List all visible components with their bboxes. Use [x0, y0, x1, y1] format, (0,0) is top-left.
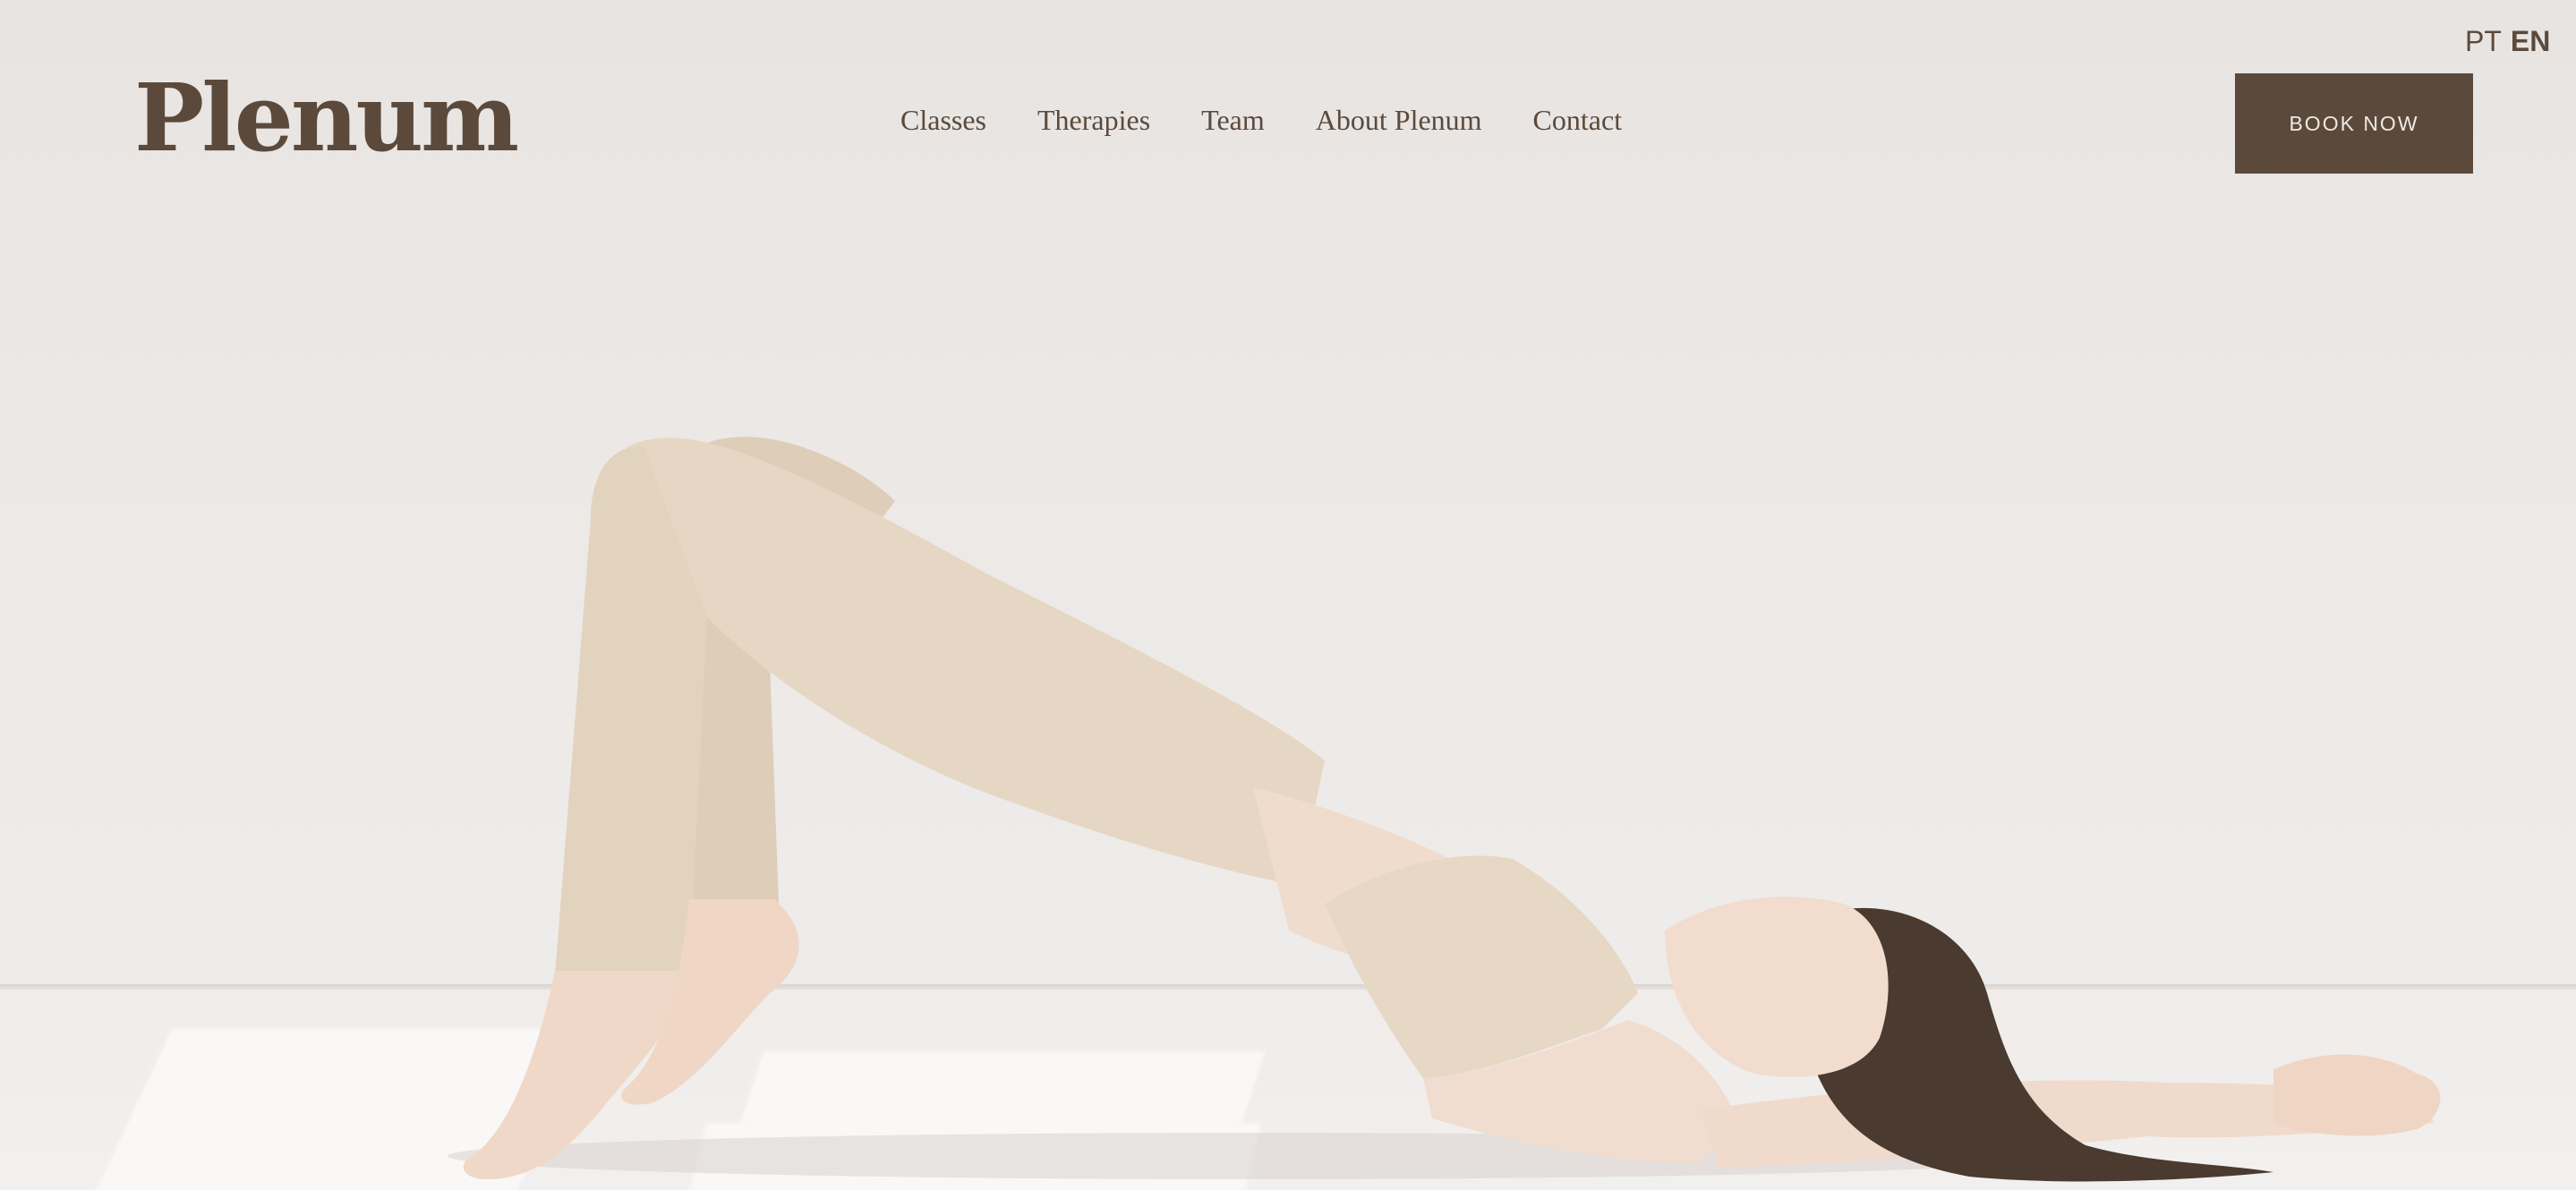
- hero-section: [0, 0, 2576, 1190]
- hair: [1817, 907, 2273, 1182]
- lang-option-pt[interactable]: PT: [2465, 25, 2502, 58]
- nav-item-classes[interactable]: Classes: [900, 104, 986, 137]
- nav-item-team[interactable]: Team: [1201, 104, 1265, 137]
- nav-item-about[interactable]: About Plenum: [1316, 104, 1482, 137]
- nav-item-therapies[interactable]: Therapies: [1037, 104, 1150, 137]
- hero-image-woman-bridge-pose: [448, 437, 2441, 1182]
- hands: [2273, 1054, 2441, 1136]
- language-switcher: PT EN: [2465, 25, 2550, 58]
- face: [1665, 897, 1889, 1077]
- nav-item-contact[interactable]: Contact: [1533, 104, 1623, 137]
- book-now-button[interactable]: BOOK NOW: [2235, 73, 2473, 174]
- main-nav: Classes Therapies Team About Plenum Cont…: [900, 104, 1622, 137]
- brand-logo[interactable]: Plenum: [134, 72, 519, 165]
- lang-option-en[interactable]: EN: [2511, 25, 2550, 58]
